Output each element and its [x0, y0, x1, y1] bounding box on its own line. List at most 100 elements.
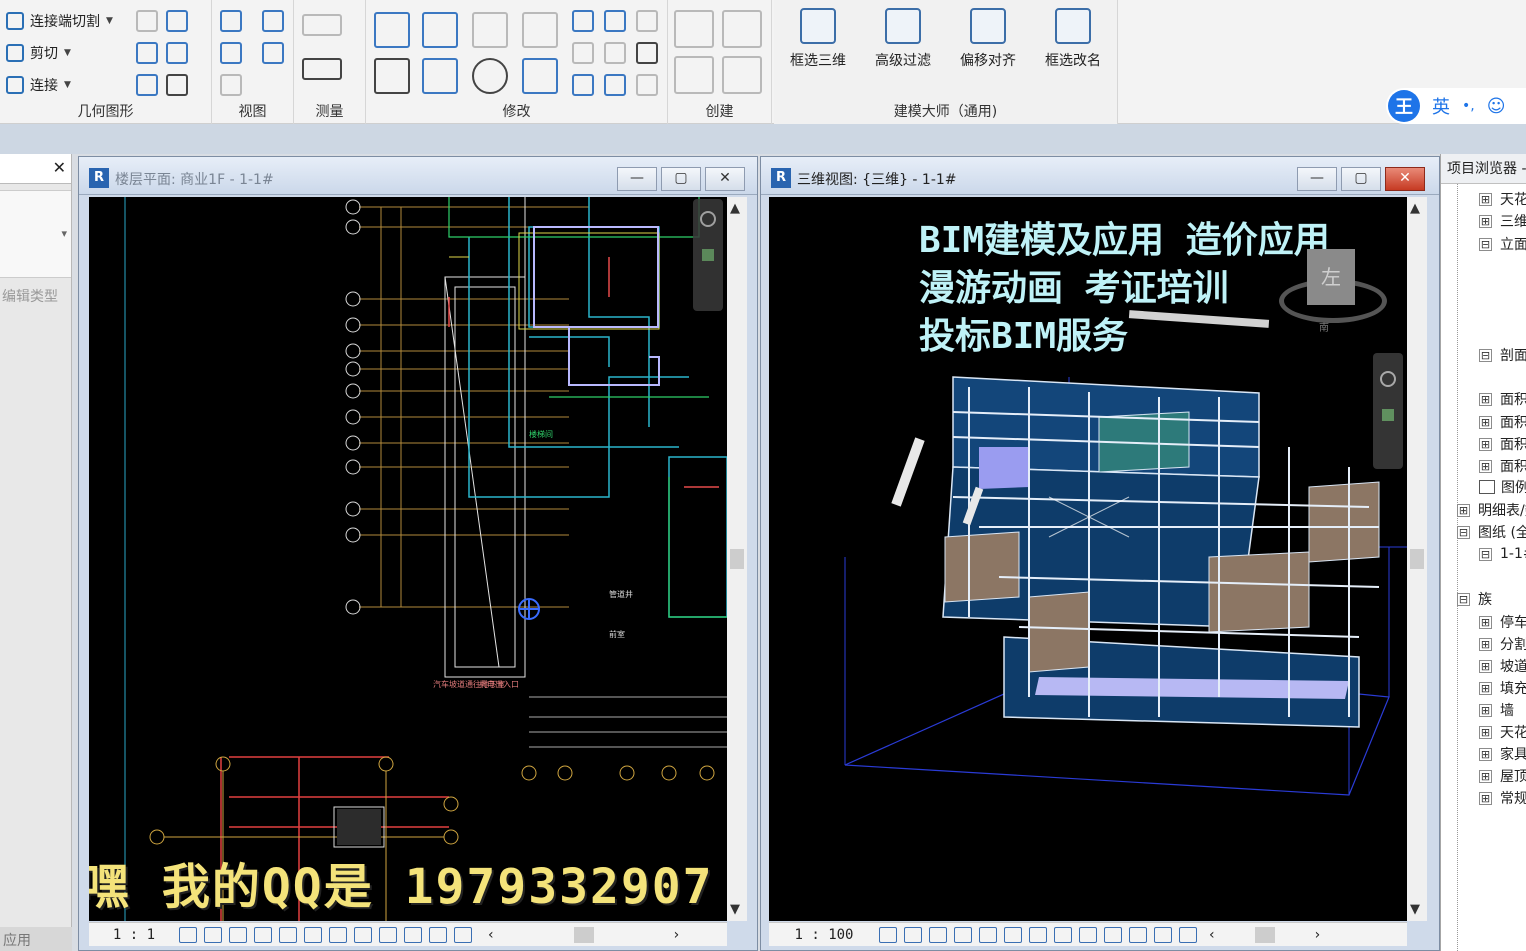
expand-icon[interactable]: ⊞ [1457, 503, 1470, 517]
join-cut-button[interactable]: 连接端切割 ▼ [6, 8, 113, 34]
shadows-icon[interactable] [254, 926, 272, 943]
create-similar-icon[interactable] [722, 56, 762, 94]
floor-plan-nav-bar[interactable] [693, 199, 723, 311]
tree-node[interactable]: ⊞ 面积平面 (人防分区面积) [1479, 388, 1526, 410]
tree-node[interactable]: ⊞ 明细表/数量 [1457, 499, 1526, 521]
crop-view-icon[interactable] [279, 926, 297, 943]
temporary-hide-icon[interactable] [329, 926, 347, 943]
constraints-icon[interactable] [1179, 926, 1197, 943]
minimize-button[interactable]: — [1297, 167, 1337, 191]
apply-button[interactable]: 应用 [0, 927, 72, 951]
advanced-filter-button[interactable]: 高级过滤 [863, 6, 943, 76]
hscroll-right-icon[interactable]: › [1315, 927, 1321, 943]
mirror-axis-icon[interactable] [472, 12, 508, 48]
scroll-up-icon[interactable]: ▲ [1410, 201, 1420, 216]
create-parts-icon[interactable] [722, 10, 762, 48]
chevron-down-icon[interactable]: ▼ [64, 48, 71, 58]
detail-level-icon[interactable] [879, 926, 897, 943]
lock-3d-icon[interactable] [1054, 926, 1072, 943]
hscroll-left-icon[interactable]: ‹ [488, 927, 494, 943]
tree-node[interactable]: ⊞ 天花板 [1479, 721, 1526, 743]
viewcube[interactable]: 左 南 [1279, 249, 1389, 334]
view-3d-canvas[interactable]: BIM建模及应用 造价应用 漫游动画 考证培训 投标BIM服务 左 南 [769, 197, 1407, 921]
offset-icon[interactable] [422, 12, 458, 48]
hscroll-thumb[interactable] [1254, 926, 1275, 943]
offset-align-button[interactable]: 偏移对齐 [948, 6, 1028, 76]
create-group-icon[interactable] [674, 56, 714, 94]
camera-icon[interactable] [1129, 926, 1147, 943]
restore-button[interactable]: ▢ [1341, 167, 1381, 191]
tree-node[interactable]: ⊞ 分割轮廓 [1479, 633, 1526, 655]
collapse-icon[interactable]: ⊟ [1457, 525, 1470, 539]
tree-node[interactable]: 图例 [1479, 476, 1526, 498]
show-crop-icon[interactable] [304, 926, 322, 943]
expand-icon[interactable]: ⊞ [1479, 769, 1492, 783]
shadows-icon[interactable] [954, 926, 972, 943]
measure-distance-icon[interactable] [302, 14, 342, 36]
camera-icon[interactable] [404, 926, 422, 943]
array-icon[interactable] [572, 42, 594, 64]
box-select-3d-button[interactable]: 框选三维 [778, 6, 858, 76]
analysis-icon[interactable] [429, 926, 447, 943]
expand-icon[interactable]: ⊞ [1479, 681, 1492, 695]
expand-icon[interactable]: ⊞ [1479, 615, 1492, 629]
close-button[interactable]: ✕ [705, 167, 745, 191]
tree-node[interactable]: ⊞ 填充图案 [1479, 677, 1526, 699]
view-scale[interactable]: 1 : 100 [769, 927, 879, 943]
tree-node[interactable]: ⊞ 面积平面 (净面积) [1479, 411, 1526, 433]
ime-toolbar[interactable]: 王 英 •, ☺ [1386, 88, 1526, 124]
tree-node[interactable]: ⊞ 坡道 [1479, 655, 1526, 677]
floor-plan-vscroll[interactable]: ▲ ▼ [727, 197, 747, 921]
steering-wheel-icon[interactable] [1380, 371, 1396, 387]
scroll-down-icon[interactable]: ▼ [730, 902, 740, 917]
expand-icon[interactable]: ⊞ [1479, 747, 1492, 761]
tree-node[interactable]: ⊞ 面积平面 (防火分区面积) [1479, 455, 1526, 477]
join-button[interactable]: 连接 ▼ [6, 72, 71, 98]
expand-icon[interactable]: ⊞ [1479, 214, 1492, 228]
tree-node[interactable]: ⊟ 图纸 (全部) [1457, 521, 1526, 543]
minimize-button[interactable]: — [617, 167, 657, 191]
sun-path-icon[interactable] [929, 926, 947, 943]
hscroll-right-icon[interactable]: › [674, 927, 680, 943]
create-assembly-icon[interactable] [674, 10, 714, 48]
ime-logo[interactable]: 王 [1388, 90, 1420, 122]
eraser-icon[interactable] [220, 74, 242, 96]
expand-icon[interactable]: ⊞ [1479, 192, 1492, 206]
tree-node[interactable]: ⊟ 立面 (建筑立面) [1479, 233, 1526, 255]
show-crop-icon[interactable] [1029, 926, 1047, 943]
split-face-icon[interactable] [136, 42, 158, 64]
viewcube-face[interactable]: 左 [1307, 249, 1355, 305]
remove-paint-icon[interactable] [136, 74, 158, 96]
visual-style-icon[interactable] [204, 926, 222, 943]
scroll-thumb[interactable] [730, 549, 744, 569]
scroll-thumb[interactable] [1410, 549, 1424, 569]
collapse-icon[interactable]: ⊟ [1479, 547, 1492, 561]
hscroll-thumb[interactable] [573, 926, 594, 943]
scroll-up-icon[interactable]: ▲ [730, 201, 740, 216]
tree-node[interactable]: ⊞ 墙 [1479, 699, 1514, 721]
reveal-hidden-icon[interactable] [354, 926, 372, 943]
steering-wheel-icon[interactable] [700, 211, 716, 227]
edit-type-button[interactable]: 编辑类型 [0, 278, 71, 314]
trim-multiple-icon[interactable] [604, 74, 626, 96]
lightbulb-icon[interactable] [220, 10, 242, 32]
brush-icon[interactable] [220, 42, 242, 64]
ime-language[interactable]: 英 [1432, 93, 1450, 119]
zoom-icon[interactable] [1382, 409, 1394, 421]
tree-node[interactable]: ⊞ 面积平面 (总建筑面积) [1479, 433, 1526, 455]
close-button[interactable]: ✕ [1385, 167, 1425, 191]
expand-icon[interactable]: ⊞ [1479, 791, 1492, 805]
expand-icon[interactable]: ⊞ [1479, 459, 1492, 473]
tree-node[interactable]: ⊞ 停车场 [1479, 611, 1526, 633]
close-icon[interactable]: ✕ [53, 158, 66, 177]
wall-join-icon[interactable] [166, 10, 188, 32]
delete-icon[interactable] [636, 74, 658, 96]
scale-icon[interactable] [604, 42, 626, 64]
zoom-icon[interactable] [702, 249, 714, 261]
collapse-icon[interactable]: ⊟ [1479, 348, 1492, 362]
copy-icon[interactable] [422, 58, 458, 94]
detail-level-icon[interactable] [179, 926, 197, 943]
restore-button[interactable]: ▢ [661, 167, 701, 191]
demolish-hammer-icon[interactable] [166, 74, 188, 96]
split-gap-icon[interactable] [604, 10, 626, 32]
